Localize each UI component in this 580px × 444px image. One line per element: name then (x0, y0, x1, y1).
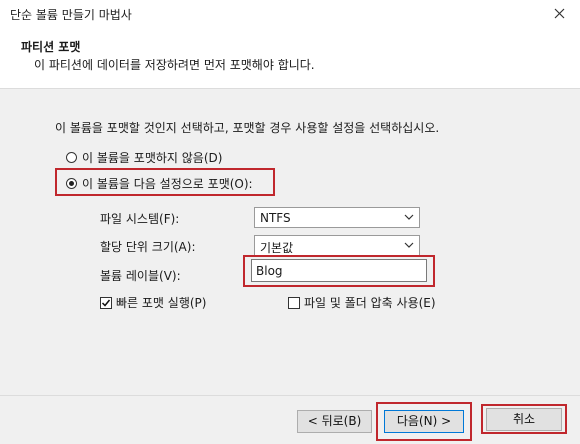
compression-checkbox-row[interactable]: 파일 및 폴더 압축 사용(E) (288, 294, 436, 311)
wizard-footer: < 뒤로(B) 다음(N) > 취소 (0, 395, 580, 444)
file-system-value: NTFS (260, 211, 291, 225)
volume-label-input[interactable]: Blog (251, 259, 427, 282)
wizard-header: 파티션 포맷 이 파티션에 데이터를 저장하려면 먼저 포맷해야 합니다. (0, 28, 580, 89)
instruction-text: 이 볼륨을 포맷할 것인지 선택하고, 포맷할 경우 사용할 설정을 선택하십시… (55, 121, 440, 135)
wizard-content: 이 볼륨을 포맷할 것인지 선택하고, 포맷할 경우 사용할 설정을 선택하십시… (0, 89, 580, 395)
chevron-down-icon (404, 242, 414, 248)
quick-format-checkbox[interactable] (100, 296, 112, 309)
close-button[interactable] (540, 0, 580, 28)
next-button[interactable]: 다음(N) > (384, 410, 464, 433)
compression-label: 파일 및 폴더 압축 사용(E) (304, 296, 436, 310)
page-title: 파티션 포맷 (21, 40, 81, 54)
close-icon (554, 8, 565, 19)
page-subtitle: 이 파티션에 데이터를 저장하려면 먼저 포맷해야 합니다. (34, 58, 315, 72)
radio-format-label: 이 볼륨을 다음 설정으로 포맷(O): (82, 177, 253, 191)
radio-format[interactable]: 이 볼륨을 다음 설정으로 포맷(O): (66, 175, 253, 192)
checkmark-icon (101, 299, 111, 307)
cancel-button[interactable]: 취소 (486, 408, 562, 431)
volume-label-label: 볼륨 레이블(V): (100, 269, 181, 283)
file-system-label: 파일 시스템(F): (100, 212, 180, 226)
title-bar: 단순 볼륨 만들기 마법사 (0, 0, 580, 28)
allocation-label: 할당 단위 크기(A): (100, 240, 196, 254)
chevron-down-icon (404, 214, 414, 220)
quick-format-label: 빠른 포맷 실행(P) (116, 296, 207, 310)
back-button[interactable]: < 뒤로(B) (297, 410, 372, 433)
radio-no-format-button[interactable] (66, 152, 77, 163)
compression-checkbox[interactable] (288, 296, 300, 309)
quick-format-checkbox-row[interactable]: 빠른 포맷 실행(P) (100, 294, 206, 311)
radio-no-format-label: 이 볼륨을 포맷하지 않음(D) (82, 151, 223, 165)
file-system-select[interactable]: NTFS (254, 207, 420, 228)
window-title: 단순 볼륨 만들기 마법사 (10, 8, 132, 22)
wizard-window: 단순 볼륨 만들기 마법사 파티션 포맷 이 파티션에 데이터를 저장하려면 먼… (0, 0, 580, 444)
volume-label-value: Blog (256, 264, 283, 278)
allocation-select[interactable]: 기본값 (254, 235, 420, 256)
allocation-value: 기본값 (260, 241, 294, 255)
radio-format-button[interactable] (66, 178, 77, 189)
radio-no-format[interactable]: 이 볼륨을 포맷하지 않음(D) (66, 149, 222, 166)
